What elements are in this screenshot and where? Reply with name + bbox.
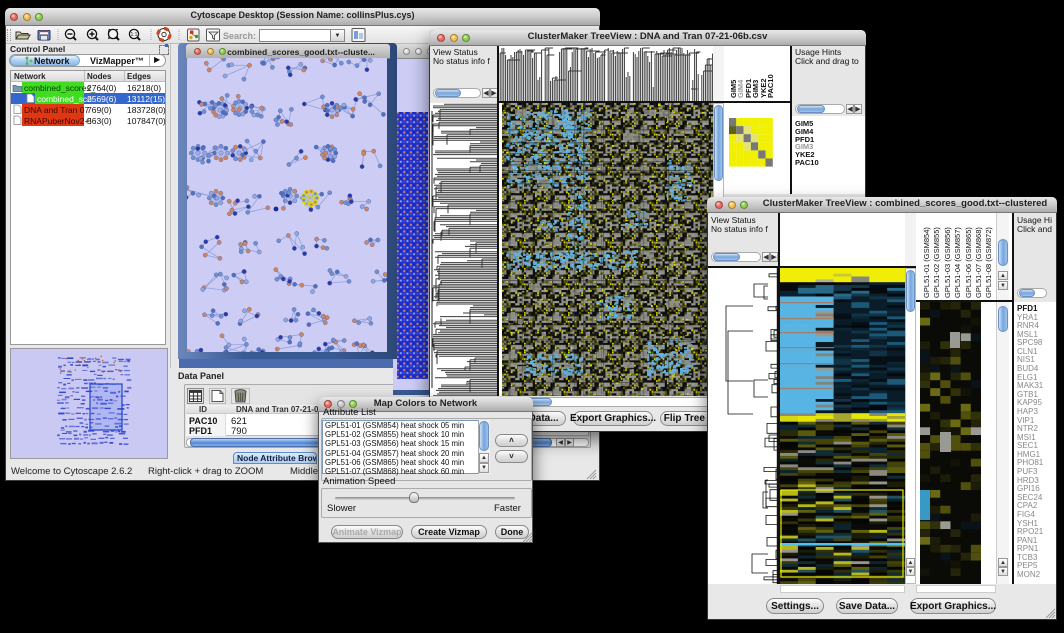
- svg-text:1:1: 1:1: [131, 32, 138, 38]
